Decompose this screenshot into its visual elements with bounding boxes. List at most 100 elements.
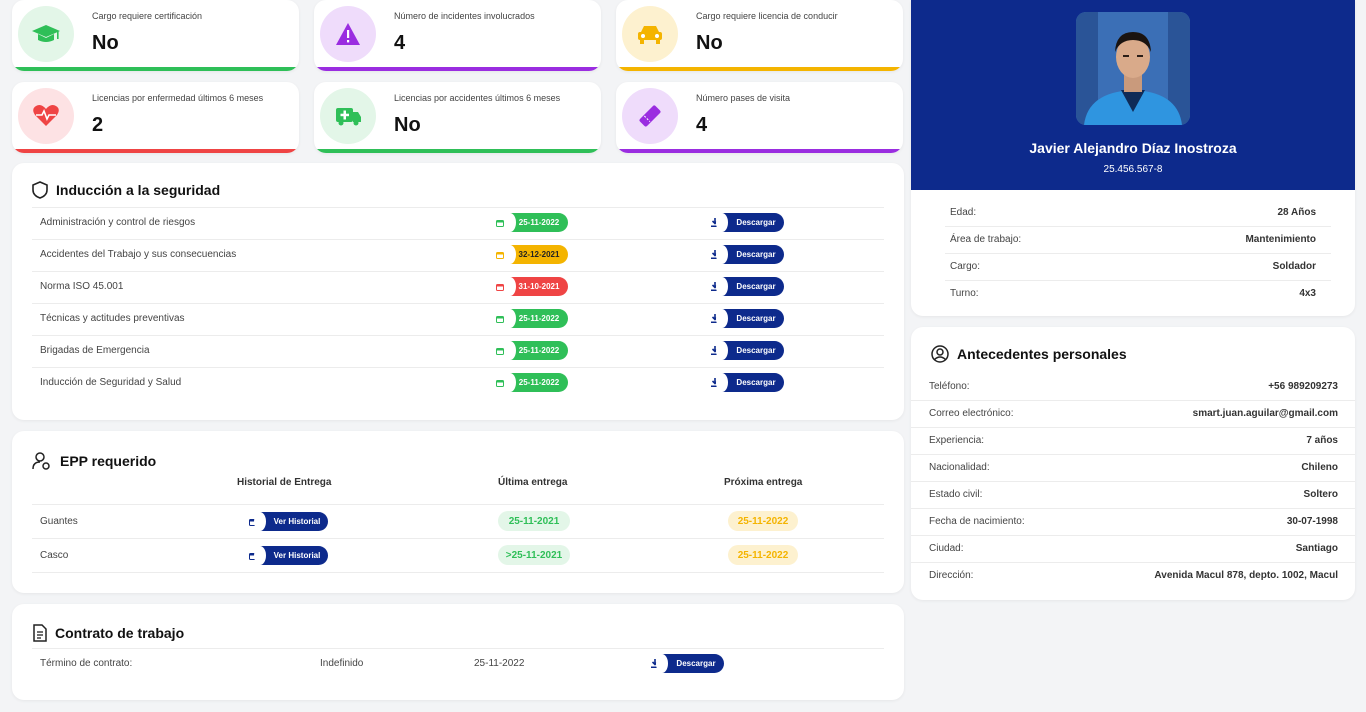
- induction-download-button[interactable]: Descargar: [708, 245, 784, 264]
- epp-header-history: Historial de Entrega: [237, 477, 332, 488]
- car-icon: [638, 26, 662, 44]
- induction-row: Técnicas y actitudes preventivas 25-11-20…: [40, 303, 884, 335]
- induction-date-badge: 25-11-2022: [490, 373, 568, 392]
- download-label: Descargar: [716, 341, 784, 360]
- personal-field-label: Nacionalidad:: [929, 462, 990, 473]
- stat-icon-circle: [320, 6, 376, 62]
- profile-header: Javier Alejandro Díaz Inostroza 25.456.5…: [911, 0, 1355, 190]
- epp-history-button[interactable]: Ver Historial: [246, 546, 328, 565]
- induction-row: Inducción de Seguridad y Salud 25-11-2022…: [40, 367, 884, 399]
- stat-value: 4: [394, 32, 406, 54]
- personal-field-value: 7 años: [1306, 435, 1338, 446]
- stat-icon-circle: [622, 6, 678, 62]
- induction-download-button[interactable]: Descargar: [708, 309, 784, 328]
- induction-download-button[interactable]: Descargar: [708, 373, 784, 392]
- personal-field: Dirección: Avenida Macul 878, depto. 1002…: [929, 562, 1338, 589]
- induction-item-name: Brigadas de Emergencia: [40, 345, 150, 356]
- personal-field-value: 30-07-1998: [1286, 516, 1338, 527]
- epp-title-text: EPP requerido: [60, 453, 157, 469]
- profile-field: Área de trabajo: Mantenimiento: [950, 226, 1316, 253]
- induction-date: 25-11-2022: [504, 373, 568, 392]
- stat-accent-bar: [314, 149, 601, 153]
- epp-last-delivery: 25-11-2021: [498, 511, 570, 531]
- stat-card-visit-passes: Número pases de visita 4: [616, 82, 903, 153]
- induction-row: Accidentes del Trabajo y sus consecuenci…: [40, 239, 884, 271]
- profile-field-value: 28 Años: [1277, 207, 1316, 218]
- induction-date: 25-11-2022: [504, 309, 568, 328]
- personal-field-value: Chileno: [1301, 462, 1338, 473]
- download-label: Descargar: [716, 213, 784, 232]
- graduation-cap-icon: [32, 25, 60, 42]
- epp-header-last: Última entrega: [498, 477, 568, 488]
- induction-title: Inducción a la seguridad: [32, 181, 220, 199]
- personal-field: Correo electrónico: smart.juan.aguilar@gm…: [929, 400, 1338, 427]
- warning-triangle-icon: [336, 23, 360, 45]
- induction-date: 25-11-2022: [504, 341, 568, 360]
- induction-date-badge: 25-11-2022: [490, 213, 568, 232]
- induction-date-badge: 31-10-2021: [490, 277, 568, 296]
- personal-field-value: Avenida Macul 878, depto. 1002, Macul: [1154, 570, 1338, 581]
- epp-next-delivery: 25-11-2022: [728, 545, 798, 565]
- profile-field: Cargo: Soldador: [950, 253, 1316, 280]
- profile-field-label: Área de trabajo:: [950, 234, 1022, 245]
- epp-history-button[interactable]: Ver Historial: [246, 512, 328, 531]
- stat-accent-bar: [616, 149, 903, 153]
- stat-icon-circle: [18, 88, 74, 144]
- stat-value: 4: [696, 114, 708, 136]
- stat-icon-circle: [622, 88, 678, 144]
- personal-field-label: Correo electrónico:: [929, 408, 1014, 419]
- induction-date-badge: 32-12-2021: [490, 245, 568, 264]
- epp-item-name: Guantes: [40, 516, 78, 527]
- download-label: Descargar: [716, 309, 784, 328]
- induction-row: Brigadas de Emergencia 25-11-2022 Descarga…: [40, 335, 884, 367]
- personal-title-text: Antecedentes personales: [957, 346, 1127, 362]
- stat-label: Licencias por accidentes últimos 6 meses: [394, 93, 561, 103]
- induction-download-button[interactable]: Descargar: [708, 341, 784, 360]
- profile-field-value: Mantenimiento: [1245, 234, 1316, 245]
- personal-field-value: Soltero: [1303, 489, 1338, 500]
- contract-term-value: Indefinido: [320, 658, 364, 669]
- contract-date: 25-11-2022: [474, 658, 525, 669]
- personal-field: Nacionalidad: Chileno: [929, 454, 1338, 481]
- profile-field: Edad: 28 Años: [950, 199, 1316, 226]
- download-label: Descargar: [656, 654, 724, 673]
- profile-field-label: Cargo:: [950, 261, 981, 272]
- epp-next-delivery: 25-11-2022: [728, 511, 798, 531]
- stat-label: Cargo requiere certificación: [92, 11, 203, 21]
- personal-field: Fecha de nacimiento: 30-07-1998: [929, 508, 1338, 535]
- epp-item-name: Casco: [40, 550, 69, 561]
- stat-accent-bar: [314, 67, 601, 71]
- epp-last-delivery: >25-11-2021: [498, 545, 570, 565]
- contract-download-button[interactable]: Descargar: [648, 654, 724, 673]
- stat-accent-bar: [12, 67, 299, 71]
- induction-item-name: Administración y control de riesgos: [40, 217, 196, 228]
- induction-download-button[interactable]: Descargar: [708, 213, 784, 232]
- profile-field: Turno: 4x3: [950, 280, 1316, 307]
- personal-field: Teléfono: +56 989209273: [929, 373, 1338, 400]
- induction-title-text: Inducción a la seguridad: [56, 182, 221, 198]
- stat-label: Cargo requiere licencia de conducir: [696, 11, 838, 21]
- stat-card-accident-leave: Licencias por accidentes últimos 6 meses…: [314, 82, 601, 153]
- stat-card-sick-leave: Licencias por enfermedad últimos 6 meses…: [12, 82, 299, 153]
- stat-label: Número pases de visita: [696, 93, 791, 103]
- epp-header-next: Próxima entrega: [724, 477, 803, 488]
- heartbeat-icon: [33, 105, 59, 126]
- document-icon: [33, 624, 47, 642]
- contract-title: Contrato de trabajo: [32, 624, 184, 642]
- stat-label: Licencias por enfermedad últimos 6 meses: [92, 93, 264, 103]
- history-label: Ver Historial: [254, 512, 328, 531]
- download-label: Descargar: [716, 277, 784, 296]
- stat-value: No: [394, 114, 421, 136]
- induction-item-name: Inducción de Seguridad y Salud: [40, 377, 182, 388]
- stat-accent-bar: [12, 149, 299, 153]
- profile-field-value: Soldador: [1272, 261, 1316, 272]
- user-gear-icon: [32, 452, 50, 470]
- induction-download-button[interactable]: Descargar: [708, 277, 784, 296]
- personal-field-value: smart.juan.aguilar@gmail.com: [1192, 408, 1338, 419]
- stat-value: No: [696, 32, 723, 54]
- stat-accent-bar: [616, 67, 903, 71]
- epp-title: EPP requerido: [32, 451, 156, 471]
- contract-title-text: Contrato de trabajo: [55, 625, 185, 641]
- ambulance-icon: [336, 108, 361, 126]
- personal-field-value: +56 989209273: [1268, 381, 1338, 392]
